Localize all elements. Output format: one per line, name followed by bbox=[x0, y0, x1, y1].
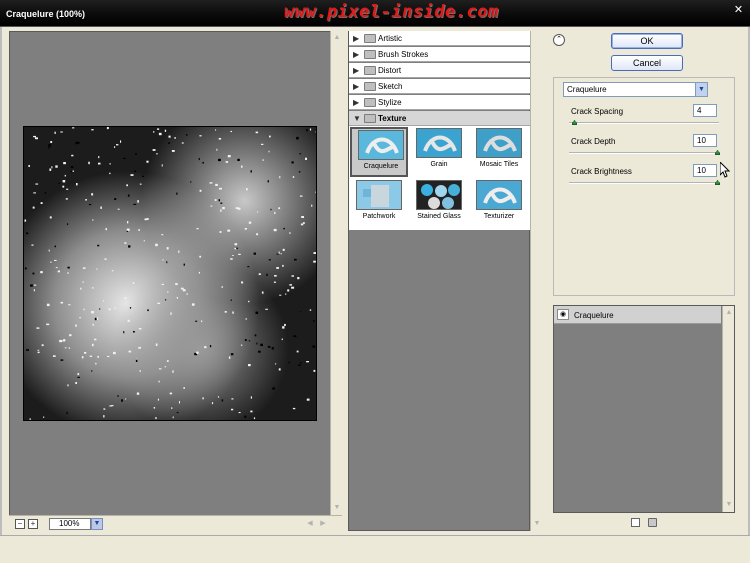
thumbnail-label: Mosaic Tiles bbox=[479, 161, 519, 168]
chevron-down-icon[interactable]: ▼ bbox=[91, 518, 103, 530]
layers-scrollbar[interactable]: ▲ ▼ bbox=[722, 306, 734, 512]
category-label: Artistic bbox=[378, 34, 402, 43]
folder-icon bbox=[364, 82, 376, 91]
category-label: Brush Strokes bbox=[378, 50, 429, 59]
thumbnail-craquelure[interactable]: Craquelure bbox=[350, 127, 408, 177]
watermark: www.pixel-inside.com bbox=[284, 2, 499, 22]
ok-button[interactable]: OK bbox=[611, 33, 683, 49]
scroll-up-icon[interactable]: ▲ bbox=[332, 33, 342, 43]
scroll-right-icon[interactable]: ▶ bbox=[318, 519, 328, 529]
thumbnail-image bbox=[358, 130, 404, 160]
scroll-down-icon[interactable]: ▼ bbox=[724, 500, 734, 510]
texture-thumbnails: Craquelure Grain Mosaic Tiles Patchwork … bbox=[349, 126, 530, 230]
expand-arrow-icon: ▶ bbox=[353, 50, 360, 59]
folder-icon bbox=[364, 34, 376, 43]
crack-depth-slider[interactable] bbox=[569, 152, 719, 154]
window-title: Craquelure (100%) bbox=[6, 9, 86, 19]
status-bar bbox=[0, 535, 750, 563]
folder-icon bbox=[364, 50, 376, 59]
cancel-button[interactable]: Cancel bbox=[611, 55, 683, 71]
effect-layer-row[interactable]: ◉ Craquelure bbox=[554, 306, 721, 324]
thumbnail-image bbox=[476, 128, 522, 158]
zoom-out-button[interactable]: − bbox=[15, 519, 25, 529]
category-distort[interactable]: ▶ Distort bbox=[349, 63, 530, 78]
thumbnail-image bbox=[416, 180, 462, 210]
category-label: Sketch bbox=[378, 82, 403, 91]
thumbnail-image bbox=[356, 180, 402, 210]
scroll-down-icon[interactable]: ▼ bbox=[532, 519, 542, 529]
thumbnail-label: Craquelure bbox=[363, 163, 399, 170]
thumbnail-image bbox=[416, 128, 462, 158]
crack-depth-field[interactable]: 10 bbox=[693, 134, 717, 147]
crack-brightness-field[interactable]: 10 bbox=[693, 164, 717, 177]
thumbnail-mosaic-tiles[interactable]: Mosaic Tiles bbox=[470, 127, 528, 177]
expand-arrow-icon: ▶ bbox=[353, 66, 360, 75]
preview-image bbox=[23, 126, 317, 421]
preview-toolbar: − + 100% ▼ ◀ ▶ bbox=[9, 515, 342, 531]
category-artistic[interactable]: ▶ Artistic bbox=[349, 31, 530, 46]
scroll-left-icon[interactable]: ◀ bbox=[305, 519, 315, 529]
chevron-down-icon[interactable]: ▼ bbox=[695, 83, 707, 96]
collapse-arrow-icon: ▼ bbox=[353, 114, 361, 123]
zoom-level-field[interactable]: 100% bbox=[49, 518, 91, 530]
scroll-down-icon[interactable]: ▼ bbox=[332, 503, 342, 513]
effect-layers-panel bbox=[553, 305, 735, 513]
thumbnail-label: Patchwork bbox=[362, 213, 396, 220]
thumbnail-label: Stained Glass bbox=[417, 213, 461, 220]
collapse-gallery-button[interactable]: ⌃ bbox=[553, 34, 565, 46]
crack-spacing-slider[interactable] bbox=[569, 122, 719, 124]
thumbnail-texturizer[interactable]: Texturizer bbox=[470, 179, 528, 229]
gallery-scrollbar[interactable]: ▼ bbox=[530, 31, 542, 531]
expand-arrow-icon: ▶ bbox=[353, 98, 360, 107]
folder-icon bbox=[364, 98, 376, 107]
thumbnail-patchwork[interactable]: Patchwork bbox=[350, 179, 408, 229]
category-stylize[interactable]: ▶ Stylize bbox=[349, 95, 530, 110]
zoom-in-button[interactable]: + bbox=[28, 519, 38, 529]
trash-icon[interactable] bbox=[648, 518, 657, 527]
category-brush-strokes[interactable]: ▶ Brush Strokes bbox=[349, 47, 530, 62]
thumbnail-image bbox=[476, 180, 522, 210]
scroll-up-icon[interactable]: ▲ bbox=[724, 308, 734, 318]
crack-spacing-label: Crack Spacing bbox=[571, 107, 624, 116]
thumbnail-label: Grain bbox=[430, 161, 448, 168]
crack-depth-label: Crack Depth bbox=[571, 137, 616, 146]
folder-icon bbox=[364, 66, 376, 75]
close-icon[interactable]: ✕ bbox=[732, 4, 745, 17]
thumbnail-label: Texturizer bbox=[483, 213, 515, 220]
crack-brightness-slider[interactable] bbox=[569, 182, 719, 184]
category-sketch[interactable]: ▶ Sketch bbox=[349, 79, 530, 94]
title-bar: Craquelure (100%) www.pixel-inside.com ✕ bbox=[0, 0, 750, 27]
category-texture[interactable]: ▼ Texture bbox=[349, 111, 530, 126]
preview-vertical-scrollbar[interactable]: ▲ ▼ bbox=[330, 31, 342, 515]
expand-arrow-icon: ▶ bbox=[353, 82, 360, 91]
thumbnail-stained-glass[interactable]: Stained Glass bbox=[410, 179, 468, 229]
eye-icon[interactable]: ◉ bbox=[557, 309, 569, 320]
category-label: Texture bbox=[378, 114, 407, 123]
category-label: Stylize bbox=[378, 98, 402, 107]
crack-spacing-field[interactable]: 4 bbox=[693, 104, 717, 117]
mouse-cursor-icon bbox=[720, 162, 730, 178]
thumbnail-grain[interactable]: Grain bbox=[410, 127, 468, 177]
crack-brightness-label: Crack Brightness bbox=[571, 167, 632, 176]
folder-open-icon bbox=[364, 114, 376, 123]
category-label: Distort bbox=[378, 66, 402, 75]
filter-select[interactable]: Craquelure bbox=[563, 82, 708, 97]
effect-layer-label: Craquelure bbox=[574, 311, 614, 320]
new-effect-layer-icon[interactable] bbox=[631, 518, 640, 527]
expand-arrow-icon: ▶ bbox=[353, 34, 360, 43]
